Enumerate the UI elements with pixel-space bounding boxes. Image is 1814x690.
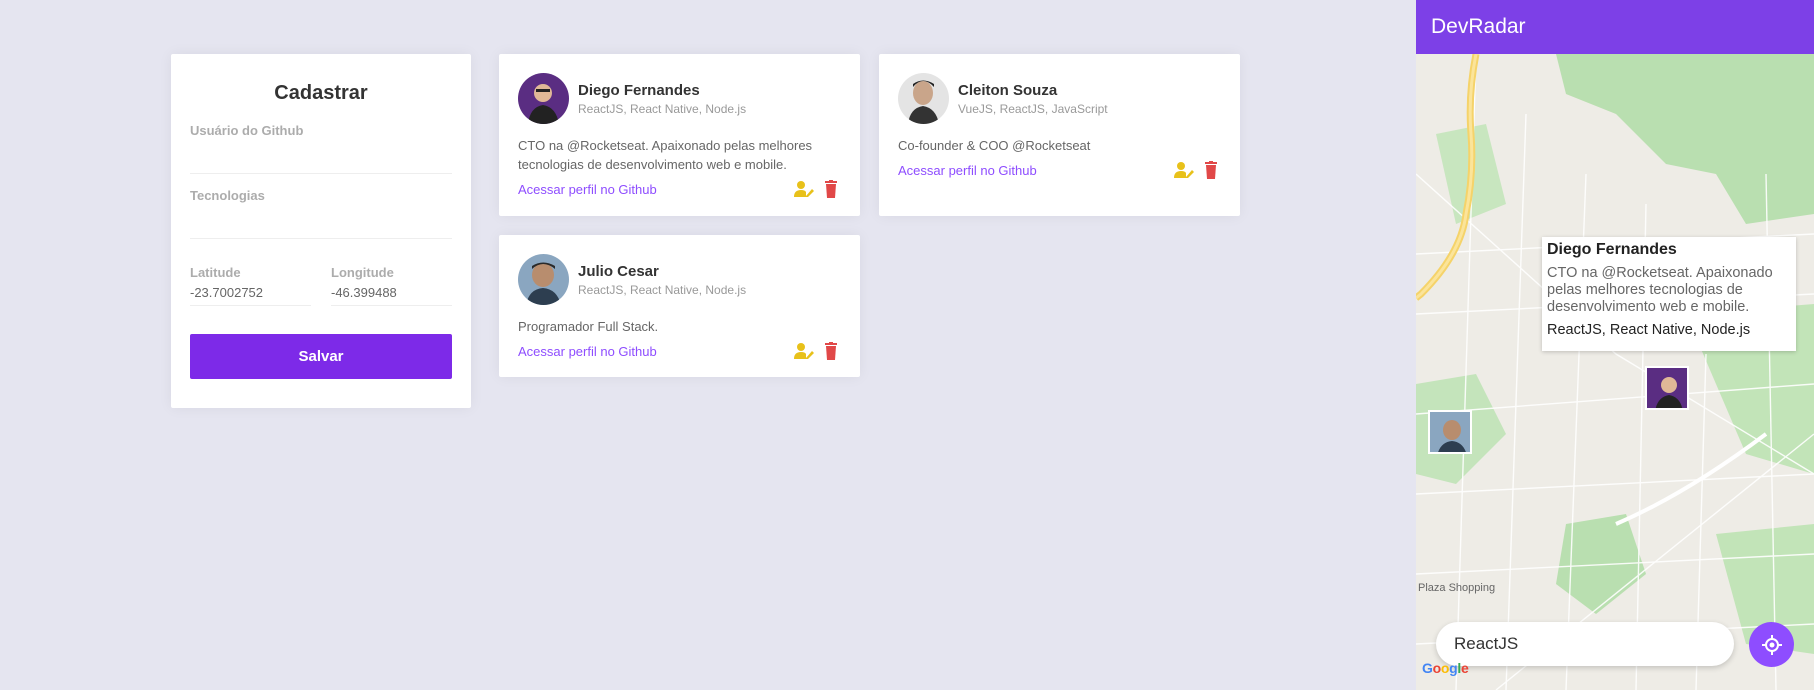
app-title: DevRadar: [1431, 15, 1526, 38]
dev-header: Julio Cesar ReactJS, React Native, Node.…: [518, 254, 841, 305]
avatar: [518, 254, 569, 305]
callout-bio: CTO na @Rocketseat. Apaixonado pelas mel…: [1547, 265, 1773, 315]
map-tiles: [1416, 53, 1814, 690]
locate-button[interactable]: [1749, 622, 1794, 667]
dev-marker[interactable]: [1645, 366, 1689, 410]
callout-name: Diego Fernandes: [1547, 241, 1677, 258]
dev-info: Diego Fernandes ReactJS, React Native, N…: [578, 82, 746, 116]
callout-techs: ReactJS, React Native, Node.js: [1547, 322, 1751, 338]
coords-row: Latitude Longitude: [190, 257, 452, 306]
map[interactable]: Plaza Shopping Diego Fernandes CTO na @R…: [1416, 53, 1814, 690]
dev-callout[interactable]: Diego Fernandes CTO na @Rocketseat. Apai…: [1542, 237, 1796, 351]
delete-icon[interactable]: [821, 180, 841, 198]
dev-footer: Acessar perfil no Github: [518, 180, 841, 198]
edit-user-icon[interactable]: [1174, 161, 1194, 179]
techs-field: Tecnologias: [190, 188, 452, 239]
dev-name: Julio Cesar: [578, 262, 659, 280]
edit-user-icon[interactable]: [794, 342, 814, 360]
avatar: [898, 73, 949, 124]
card-actions: [1174, 161, 1221, 179]
card-actions: [794, 180, 841, 198]
dev-name: Diego Fernandes: [578, 81, 700, 99]
dev-header: Cleiton Souza VueJS, ReactJS, JavaScript: [898, 73, 1221, 124]
longitude-label: Longitude: [331, 265, 394, 280]
delete-icon[interactable]: [821, 342, 841, 360]
dev-techs: VueJS, ReactJS, JavaScript: [958, 101, 1108, 116]
techs-input[interactable]: [190, 203, 452, 239]
my-location-icon: [1761, 634, 1782, 655]
register-form: Cadastrar Usuário do Github Tecnologias …: [171, 54, 471, 408]
techs-label: Tecnologias: [190, 188, 265, 203]
dev-bio: CTO na @Rocketseat. Apaixonado pelas mel…: [518, 138, 813, 172]
dev-footer: Acessar perfil no Github: [898, 161, 1221, 179]
search-techs-input[interactable]: [1436, 622, 1734, 666]
avatar: [518, 73, 569, 124]
dev-card: Cleiton Souza VueJS, ReactJS, JavaScript…: [879, 54, 1240, 216]
app-bar: DevRadar: [1416, 0, 1814, 54]
edit-user-icon[interactable]: [794, 180, 814, 198]
github-profile-link[interactable]: Acessar perfil no Github: [898, 163, 1037, 178]
github-username-input[interactable]: [190, 138, 452, 174]
mobile-preview: Plaza Shopping Diego Fernandes CTO na @R…: [1416, 0, 1814, 690]
dev-bio: Co-founder & COO @Rocketseat: [898, 138, 1091, 153]
google-logo: Google: [1422, 660, 1469, 676]
dev-footer: Acessar perfil no Github: [518, 342, 841, 360]
delete-icon[interactable]: [1201, 161, 1221, 179]
dev-bio: Programador Full Stack.: [518, 319, 659, 334]
github-profile-link[interactable]: Acessar perfil no Github: [518, 182, 657, 197]
dev-info: Cleiton Souza VueJS, ReactJS, JavaScript: [958, 82, 1108, 116]
dev-techs: ReactJS, React Native, Node.js: [578, 282, 747, 297]
dev-techs: ReactJS, React Native, Node.js: [578, 101, 747, 116]
dev-info: Julio Cesar ReactJS, React Native, Node.…: [578, 263, 746, 297]
longitude-field: Longitude: [331, 257, 452, 306]
dev-name: Cleiton Souza: [958, 81, 1058, 99]
save-button[interactable]: Salvar: [190, 334, 452, 379]
dev-marker[interactable]: [1428, 410, 1472, 454]
map-place-label: Plaza Shopping: [1418, 582, 1496, 594]
latitude-input[interactable]: [190, 280, 311, 306]
dev-card: Diego Fernandes ReactJS, React Native, N…: [499, 54, 860, 216]
dev-card: Julio Cesar ReactJS, React Native, Node.…: [499, 235, 860, 377]
dev-header: Diego Fernandes ReactJS, React Native, N…: [518, 73, 841, 124]
form-title: Cadastrar: [274, 82, 368, 104]
latitude-field: Latitude: [190, 257, 311, 306]
longitude-input[interactable]: [331, 280, 452, 306]
github-profile-link[interactable]: Acessar perfil no Github: [518, 344, 657, 359]
latitude-label: Latitude: [190, 265, 241, 280]
github-username-label: Usuário do Github: [190, 123, 304, 138]
github-field: Usuário do Github: [190, 123, 452, 174]
card-actions: [794, 342, 841, 360]
